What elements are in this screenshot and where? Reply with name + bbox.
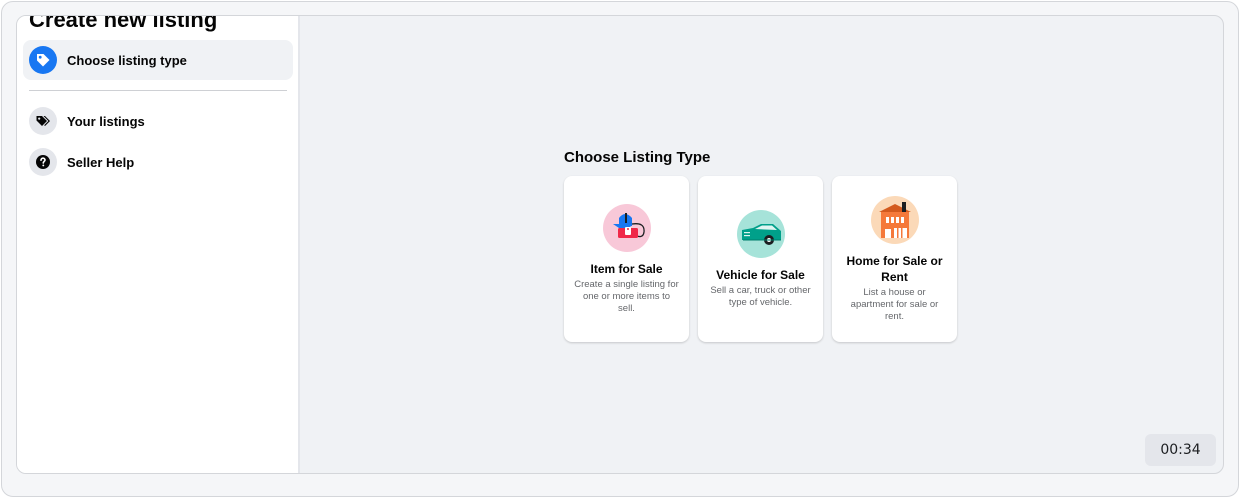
sidebar-item-choose-listing-type[interactable]: Choose listing type xyxy=(23,40,293,80)
page-title: Create new listing xyxy=(29,15,218,32)
item-for-sale-illustration xyxy=(602,204,651,252)
listing-card-item-for-sale[interactable]: Item for Sale Create a single listing fo… xyxy=(564,176,689,342)
tag-icon xyxy=(29,46,57,74)
vehicle-illustration xyxy=(736,210,785,258)
card-title: Home for Sale or Rent xyxy=(846,254,943,284)
sidebar-item-your-listings[interactable]: Your listings xyxy=(23,101,293,141)
card-description: Create a single listing for one or more … xyxy=(574,279,679,314)
card-description: Sell a car, truck or other type of vehic… xyxy=(710,285,811,308)
listing-card-home-for-sale-or-rent[interactable]: Home for Sale or Rent List a house or ap… xyxy=(832,176,957,342)
sidebar-item-seller-help[interactable]: Seller Help xyxy=(23,142,293,182)
sidebar: Create new listing Choose listing type Y… xyxy=(17,16,300,473)
home-illustration xyxy=(870,196,919,244)
section-heading: Choose Listing Type xyxy=(564,149,711,166)
tags-icon xyxy=(29,107,57,135)
sidebar-item-label: Choose listing type xyxy=(67,52,187,68)
create-listing-window: Create new listing Choose listing type Y… xyxy=(16,15,1224,474)
card-title: Vehicle for Sale xyxy=(716,268,805,282)
sidebar-item-label: Your listings xyxy=(67,113,145,129)
card-description: List a house or apartment for sale or re… xyxy=(850,287,939,322)
question-icon xyxy=(29,148,57,176)
card-title: Item for Sale xyxy=(590,262,663,276)
listing-card-vehicle-for-sale[interactable]: Vehicle for Sale Sell a car, truck or ot… xyxy=(698,176,823,342)
sidebar-divider xyxy=(29,90,287,91)
session-timer: 00:34 xyxy=(1145,434,1216,466)
sidebar-item-label: Seller Help xyxy=(67,154,135,170)
